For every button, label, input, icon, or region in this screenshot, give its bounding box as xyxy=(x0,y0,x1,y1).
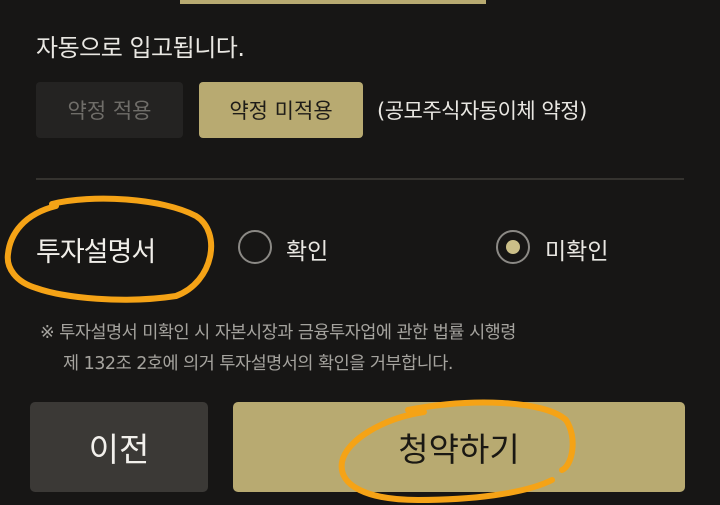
prospectus-confirm-label[interactable]: 확인 xyxy=(286,232,328,266)
prospectus-confirm-radio[interactable] xyxy=(238,230,272,264)
section-divider xyxy=(36,178,684,180)
agreement-option-row: 약정 적용 약정 미적용 (공모주식자동이체 약정) xyxy=(36,82,587,138)
agreement-not-apply-button[interactable]: 약정 미적용 xyxy=(199,82,363,138)
legal-notice: ※ 투자설명서 미확인 시 자본시장과 금융투자업에 관한 법률 시행령 제 1… xyxy=(40,318,680,380)
agreement-apply-button[interactable]: 약정 적용 xyxy=(36,82,183,138)
prospectus-unconfirm-label[interactable]: 미확인 xyxy=(545,232,608,266)
legal-notice-line1: ※ 투자설명서 미확인 시 자본시장과 금융투자업에 관한 법률 시행령 xyxy=(40,323,516,343)
radio-selected-dot xyxy=(506,240,520,254)
prospectus-label: 투자설명서 xyxy=(36,237,156,268)
prospectus-unconfirm-radio[interactable] xyxy=(496,230,530,264)
agreement-note: (공모주식자동이체 약정) xyxy=(377,99,587,123)
prev-button[interactable]: 이전 xyxy=(30,402,208,492)
auto-deposit-text: 자동으로 입고됩니다. xyxy=(36,34,245,62)
top-accent-bar xyxy=(180,0,486,4)
subscribe-button[interactable]: 청약하기 xyxy=(233,402,685,492)
legal-notice-line2: 제 132조 2호에 의거 투자설명서의 확인을 거부합니다. xyxy=(63,354,453,374)
